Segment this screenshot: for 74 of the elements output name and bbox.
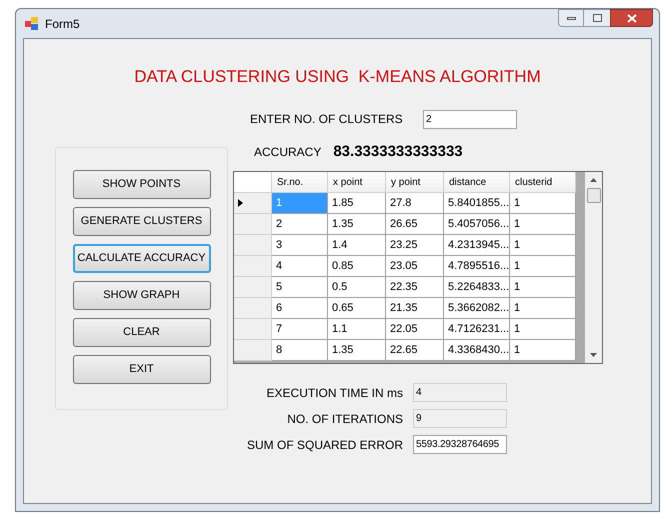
- table-cell: 1: [510, 298, 576, 319]
- table-cell: 27.8: [386, 193, 444, 214]
- table-cell: 1: [510, 340, 576, 361]
- table-cell: 4.7895516...: [444, 256, 510, 277]
- table-cell: 1: [272, 193, 328, 214]
- app-icon: [25, 16, 39, 30]
- table-cell: 1: [510, 319, 576, 340]
- scroll-up-icon: [590, 178, 597, 182]
- value-field[interactable]: 5593.29328764695: [413, 435, 507, 454]
- table-cell: 22.05: [386, 319, 444, 340]
- table-cell: 1.85: [328, 193, 386, 214]
- table-cell: 8: [272, 340, 328, 361]
- clusters-label: ENTER NO. OF CLUSTERS: [250, 111, 404, 128]
- scrollbar-thumb[interactable]: [586, 188, 600, 203]
- minimize-button[interactable]: [558, 9, 584, 27]
- accuracy-label: ACCURACY: [254, 144, 322, 161]
- table-cell: 5.8401855...: [444, 193, 510, 214]
- table-cell: 2: [272, 214, 328, 235]
- table-cell: 4.2313945...: [444, 235, 510, 256]
- row-header[interactable]: [234, 193, 272, 214]
- column-header[interactable]: x point: [328, 172, 386, 193]
- value-field[interactable]: 4: [413, 383, 507, 402]
- table-cell: 0.85: [328, 256, 386, 277]
- result-label: NO. OF ITERATIONS: [286, 410, 404, 428]
- table-cell: 5.3662082...: [444, 298, 510, 319]
- close-button[interactable]: [610, 9, 653, 27]
- accuracy-value: 83.3333333333333: [333, 142, 463, 162]
- table-cell: 26.65: [386, 214, 444, 235]
- column-header[interactable]: y point: [386, 172, 444, 193]
- table-cell: 1: [510, 277, 576, 298]
- column-header[interactable]: Sr.no.: [272, 172, 328, 193]
- table-cell: 22.65: [386, 340, 444, 361]
- close-icon: [626, 14, 636, 22]
- table-cell: 1.4: [328, 235, 386, 256]
- action-button[interactable]: CALCULATE ACCURACY: [72, 244, 210, 272]
- table-cell: 1.35: [328, 214, 386, 235]
- table-cell: 0.5: [328, 277, 386, 298]
- action-button[interactable]: CLEAR: [72, 318, 210, 346]
- table-cell: 23.25: [386, 235, 444, 256]
- form-heading: DATA CLUSTERING USING K-MEANS ALGORITHM: [134, 66, 541, 88]
- table-cell: 7: [272, 319, 328, 340]
- result-label: EXECUTION TIME IN ms: [266, 384, 404, 402]
- table-cell: 4.7126231...: [444, 319, 510, 340]
- value-field[interactable]: 2: [423, 110, 517, 128]
- table-cell: 5.4057056...: [444, 214, 510, 235]
- table-cell: 4: [272, 256, 328, 277]
- table-cell: 1: [510, 214, 576, 235]
- action-button[interactable]: GENERATE CLUSTERS: [72, 206, 210, 236]
- table-cell: 1: [510, 235, 576, 256]
- table-cell: 0.65: [328, 298, 386, 319]
- window-title: Form5: [45, 16, 80, 32]
- table-cell: 22.35: [386, 277, 444, 298]
- table-cell: 1.35: [328, 340, 386, 361]
- table-cell: 1.1: [328, 319, 386, 340]
- table-cell: 21.35: [386, 298, 444, 319]
- table-cell: 3: [272, 235, 328, 256]
- action-button[interactable]: EXIT: [72, 354, 210, 384]
- row-pointer-icon: [238, 199, 243, 207]
- action-button[interactable]: SHOW GRAPH: [72, 280, 210, 310]
- value-field[interactable]: 9: [413, 409, 507, 428]
- table-cell: 23.05: [386, 256, 444, 277]
- column-header[interactable]: clusterid: [510, 172, 576, 193]
- column-header[interactable]: distance: [444, 172, 510, 193]
- scroll-down-icon: [590, 353, 597, 357]
- maximize-button[interactable]: [584, 9, 610, 27]
- table-cell: 1: [510, 193, 576, 214]
- table-cell: 6: [272, 298, 328, 319]
- table-cell: 4.3368430...: [444, 340, 510, 361]
- table-cell: 5: [272, 277, 328, 298]
- action-button[interactable]: SHOW POINTS: [72, 170, 210, 198]
- vertical-scrollbar[interactable]: [585, 172, 602, 363]
- table-cell: 5.2264833...: [444, 277, 510, 298]
- table-cell: 1: [510, 256, 576, 277]
- result-label: SUM OF SQUARED ERROR: [246, 436, 404, 454]
